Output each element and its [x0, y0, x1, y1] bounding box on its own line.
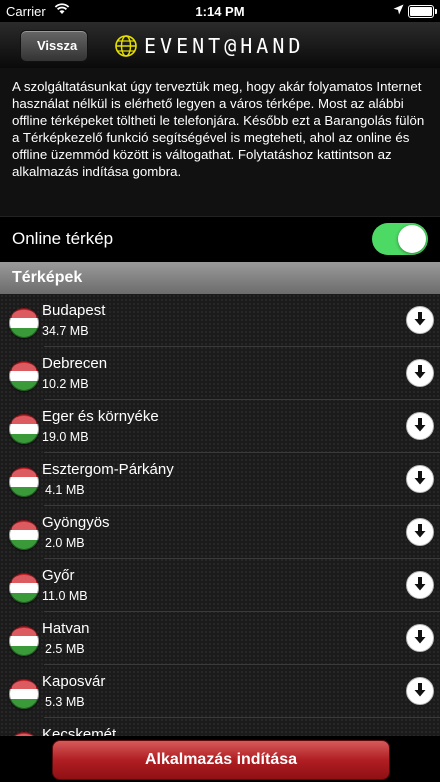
map-row-kecskemet[interactable]: Kecskemét [0, 718, 440, 736]
download-icon[interactable] [406, 624, 434, 652]
hungary-flag-icon [9, 308, 39, 338]
map-name: Esztergom-Párkány [42, 461, 174, 478]
download-icon[interactable] [406, 306, 434, 334]
download-icon[interactable] [406, 359, 434, 387]
map-row-esztergom[interactable]: Esztergom-Párkány 4.1 MB [0, 453, 440, 506]
online-map-row: Online térkép [0, 216, 440, 263]
intro-text: A szolgáltatásunkat úgy terveztük meg, h… [0, 68, 440, 216]
map-row-debrecen[interactable]: Debrecen 10.2 MB [0, 347, 440, 400]
status-bar: Carrier 1:14 PM [0, 0, 440, 22]
download-icon[interactable] [406, 677, 434, 705]
map-name: Debrecen [42, 355, 108, 372]
logo-text: EVENT@HAND [144, 34, 305, 58]
map-size: 34.7 MB [42, 324, 89, 338]
map-name: Kaposvár [42, 673, 106, 690]
battery-icon [408, 5, 434, 18]
footer-bar: Alkalmazás indítása [0, 736, 440, 782]
map-size: 19.0 MB [42, 430, 89, 444]
maps-section-header: Térképek [0, 262, 440, 294]
section-title: Térképek [12, 269, 83, 286]
launch-app-button[interactable]: Alkalmazás indítása [52, 740, 390, 780]
hungary-flag-icon [9, 626, 39, 656]
map-name: Budapest [42, 302, 106, 319]
map-row-gyongyos[interactable]: Gyöngyös 2.0 MB [0, 506, 440, 559]
hungary-flag-icon [9, 414, 39, 444]
hungary-flag-icon [9, 361, 39, 391]
map-row-gyor[interactable]: Győr 11.0 MB [0, 559, 440, 612]
hungary-flag-icon [9, 679, 39, 709]
download-icon[interactable] [406, 518, 434, 546]
map-name: Hatvan [42, 620, 90, 637]
back-button[interactable]: Vissza [20, 30, 89, 62]
map-name: Gyöngyös [42, 514, 110, 531]
toggle-knob [398, 225, 426, 253]
map-size: 2.5 MB [45, 642, 85, 656]
map-size: 5.3 MB [45, 695, 85, 709]
map-name: Eger és környéke [42, 408, 159, 425]
download-icon[interactable] [406, 465, 434, 493]
online-map-label: Online térkép [12, 229, 114, 248]
map-row-eger[interactable]: Eger és környéke 19.0 MB [0, 400, 440, 453]
download-icon[interactable] [406, 571, 434, 599]
map-size: 11.0 MB [42, 589, 88, 603]
map-name: Győr [42, 567, 75, 584]
map-size: 10.2 MB [42, 377, 89, 391]
location-arrow-icon [393, 4, 404, 15]
hungary-flag-icon [9, 520, 39, 550]
map-size: 2.0 MB [45, 536, 85, 550]
map-row-budapest[interactable]: Budapest 34.7 MB [0, 294, 440, 347]
map-size: 4.1 MB [45, 483, 85, 497]
hungary-flag-icon [9, 573, 39, 603]
navigation-bar: Vissza EVENT@HAND [0, 22, 440, 68]
status-time: 1:14 PM [195, 4, 245, 19]
online-map-toggle[interactable] [372, 223, 428, 255]
hungary-flag-icon [9, 467, 39, 497]
map-name: Kecskemét [42, 726, 117, 736]
maps-list[interactable]: Budapest 34.7 MB Debrecen 10.2 MB Eger é… [0, 294, 440, 736]
download-icon[interactable] [406, 412, 434, 440]
globe-icon [115, 35, 137, 57]
app-logo: EVENT@HAND [114, 31, 304, 61]
map-row-hatvan[interactable]: Hatvan 2.5 MB [0, 612, 440, 665]
map-row-kaposvar[interactable]: Kaposvár 5.3 MB [0, 665, 440, 718]
